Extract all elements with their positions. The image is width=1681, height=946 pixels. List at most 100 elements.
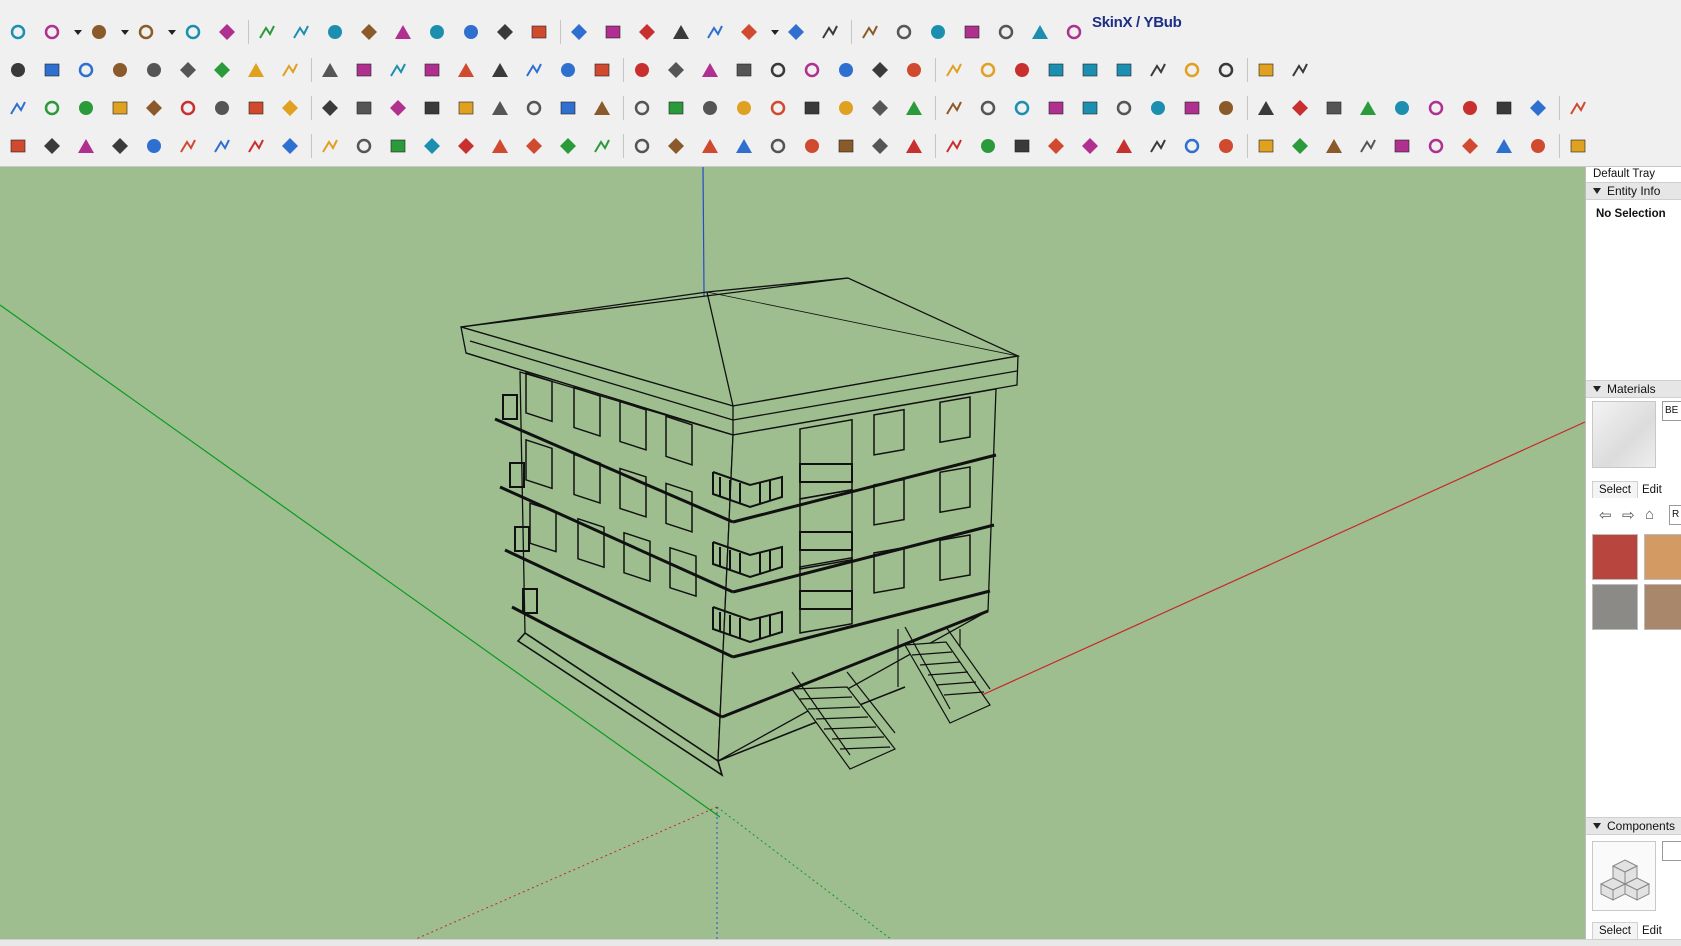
materials-tab-edit[interactable]: Edit [1642, 484, 1662, 496]
fork-2-icon[interactable] [832, 56, 860, 84]
wrench-icon[interactable] [588, 132, 616, 160]
shell-icon[interactable] [486, 56, 514, 84]
arc-1-icon[interactable] [72, 132, 100, 160]
scatter-x-icon[interactable] [1212, 94, 1240, 122]
network-icon[interactable] [1490, 132, 1518, 160]
select-face-icon[interactable] [4, 132, 32, 160]
step-icon[interactable] [974, 56, 1002, 84]
fillet-icon[interactable] [316, 56, 344, 84]
cut-line-icon[interactable] [72, 56, 100, 84]
ellipse-icon[interactable] [628, 132, 656, 160]
shape-4-icon[interactable] [1042, 94, 1070, 122]
rect-plus-icon[interactable] [38, 56, 66, 84]
library-dropdown[interactable]: R [1669, 505, 1681, 525]
scatter-icon[interactable] [418, 94, 446, 122]
rule-icon[interactable] [1354, 94, 1382, 122]
grid-9-icon[interactable] [1354, 132, 1382, 160]
grid-7-icon[interactable] [1286, 132, 1314, 160]
select-cursor-icon[interactable] [764, 132, 792, 160]
zigzag-green-icon[interactable] [384, 132, 412, 160]
layout-icon[interactable] [1422, 132, 1450, 160]
corner-icon[interactable] [384, 94, 412, 122]
forward-arrow-icon[interactable]: ⇨ [1622, 506, 1635, 524]
red-cross-icon[interactable] [452, 94, 480, 122]
box-grid-icon[interactable] [452, 56, 480, 84]
landscape-icon[interactable] [730, 132, 758, 160]
rectangle-icon[interactable] [132, 18, 160, 46]
dropdown-arrow-icon[interactable] [72, 18, 84, 46]
drawing-viewport[interactable] [0, 167, 1585, 946]
layers-1-icon[interactable] [599, 18, 627, 46]
scale-icon[interactable] [321, 18, 349, 46]
component-preview[interactable] [1592, 841, 1656, 911]
materials-tab-select[interactable]: Select [1592, 481, 1638, 498]
spiral-2-icon[interactable] [1178, 56, 1206, 84]
help-icon[interactable] [1060, 18, 1088, 46]
knife-icon[interactable] [384, 56, 412, 84]
brush-icon[interactable] [242, 56, 270, 84]
dropdown-arrow-icon[interactable] [166, 18, 178, 46]
spiral-icon[interactable] [1144, 56, 1172, 84]
outliner-icon[interactable] [735, 18, 763, 46]
chain-icon[interactable] [350, 94, 378, 122]
orange-grid-2-icon[interactable] [1144, 94, 1172, 122]
bend-icon[interactable] [276, 56, 304, 84]
tape-measure-icon[interactable] [355, 18, 383, 46]
barrel-icon[interactable] [798, 94, 826, 122]
stop-icon[interactable] [1026, 18, 1054, 46]
panel-2-icon[interactable] [1564, 132, 1592, 160]
tube-icon[interactable] [554, 56, 582, 84]
layers-4-icon[interactable] [701, 18, 729, 46]
hline-minus-icon[interactable] [1042, 132, 1070, 160]
material-name-field[interactable]: BE [1662, 401, 1681, 421]
strip-icon[interactable] [940, 56, 968, 84]
wave-2-icon[interactable] [174, 132, 202, 160]
scale-down-icon[interactable] [832, 132, 860, 160]
wood-block-icon[interactable] [316, 94, 344, 122]
materials-header[interactable]: Materials [1586, 380, 1681, 398]
red-hook-icon[interactable] [832, 94, 860, 122]
graph-icon[interactable] [520, 56, 548, 84]
flag-icon[interactable] [276, 94, 304, 122]
hook-icon[interactable] [418, 132, 446, 160]
shape-2-icon[interactable] [940, 94, 968, 122]
chamfer-icon[interactable] [350, 56, 378, 84]
material-swatch-stone-shingles[interactable] [1592, 584, 1638, 630]
shape-3-icon[interactable] [974, 94, 1002, 122]
roof-4-icon[interactable] [1524, 94, 1552, 122]
move-icon[interactable] [253, 18, 281, 46]
arc-3-icon[interactable] [452, 132, 480, 160]
mirror-icon[interactable] [662, 56, 690, 84]
style-icon[interactable] [782, 18, 810, 46]
orange-grid-3-icon[interactable] [1178, 94, 1206, 122]
ramp-icon[interactable] [1212, 56, 1240, 84]
red-dot-icon[interactable] [1008, 94, 1036, 122]
stack-1-icon[interactable] [856, 18, 884, 46]
material-swatch-roof-tiles[interactable] [1644, 534, 1681, 580]
bend-2-icon[interactable] [1388, 94, 1416, 122]
arc-red-icon[interactable] [486, 132, 514, 160]
pan-icon[interactable] [491, 18, 519, 46]
plank-icon[interactable] [900, 56, 928, 84]
hand-tool-icon[interactable] [1456, 132, 1484, 160]
grid-3-icon[interactable] [1144, 132, 1172, 160]
stacked-icon[interactable] [696, 56, 724, 84]
grid-select-icon[interactable] [1286, 94, 1314, 122]
align-left-icon[interactable] [866, 132, 894, 160]
dropdown-arrow-icon[interactable] [119, 18, 131, 46]
scale-up-icon[interactable] [798, 132, 826, 160]
green-cross-icon[interactable] [486, 94, 514, 122]
loop-icon[interactable] [662, 94, 690, 122]
follow-me-icon[interactable] [213, 18, 241, 46]
rotate-icon[interactable] [287, 18, 315, 46]
plane-grey-icon[interactable] [140, 94, 168, 122]
lines-icon[interactable] [1076, 56, 1104, 84]
hline-icon[interactable] [974, 132, 1002, 160]
green-grass-icon[interactable] [696, 132, 724, 160]
stretch-icon[interactable] [764, 56, 792, 84]
wall-icon[interactable] [1110, 56, 1138, 84]
box-iso-icon[interactable] [208, 56, 236, 84]
move-axis-icon[interactable] [764, 94, 792, 122]
home-icon[interactable]: ⌂ [1645, 506, 1654, 523]
zigzag-icon[interactable] [140, 132, 168, 160]
